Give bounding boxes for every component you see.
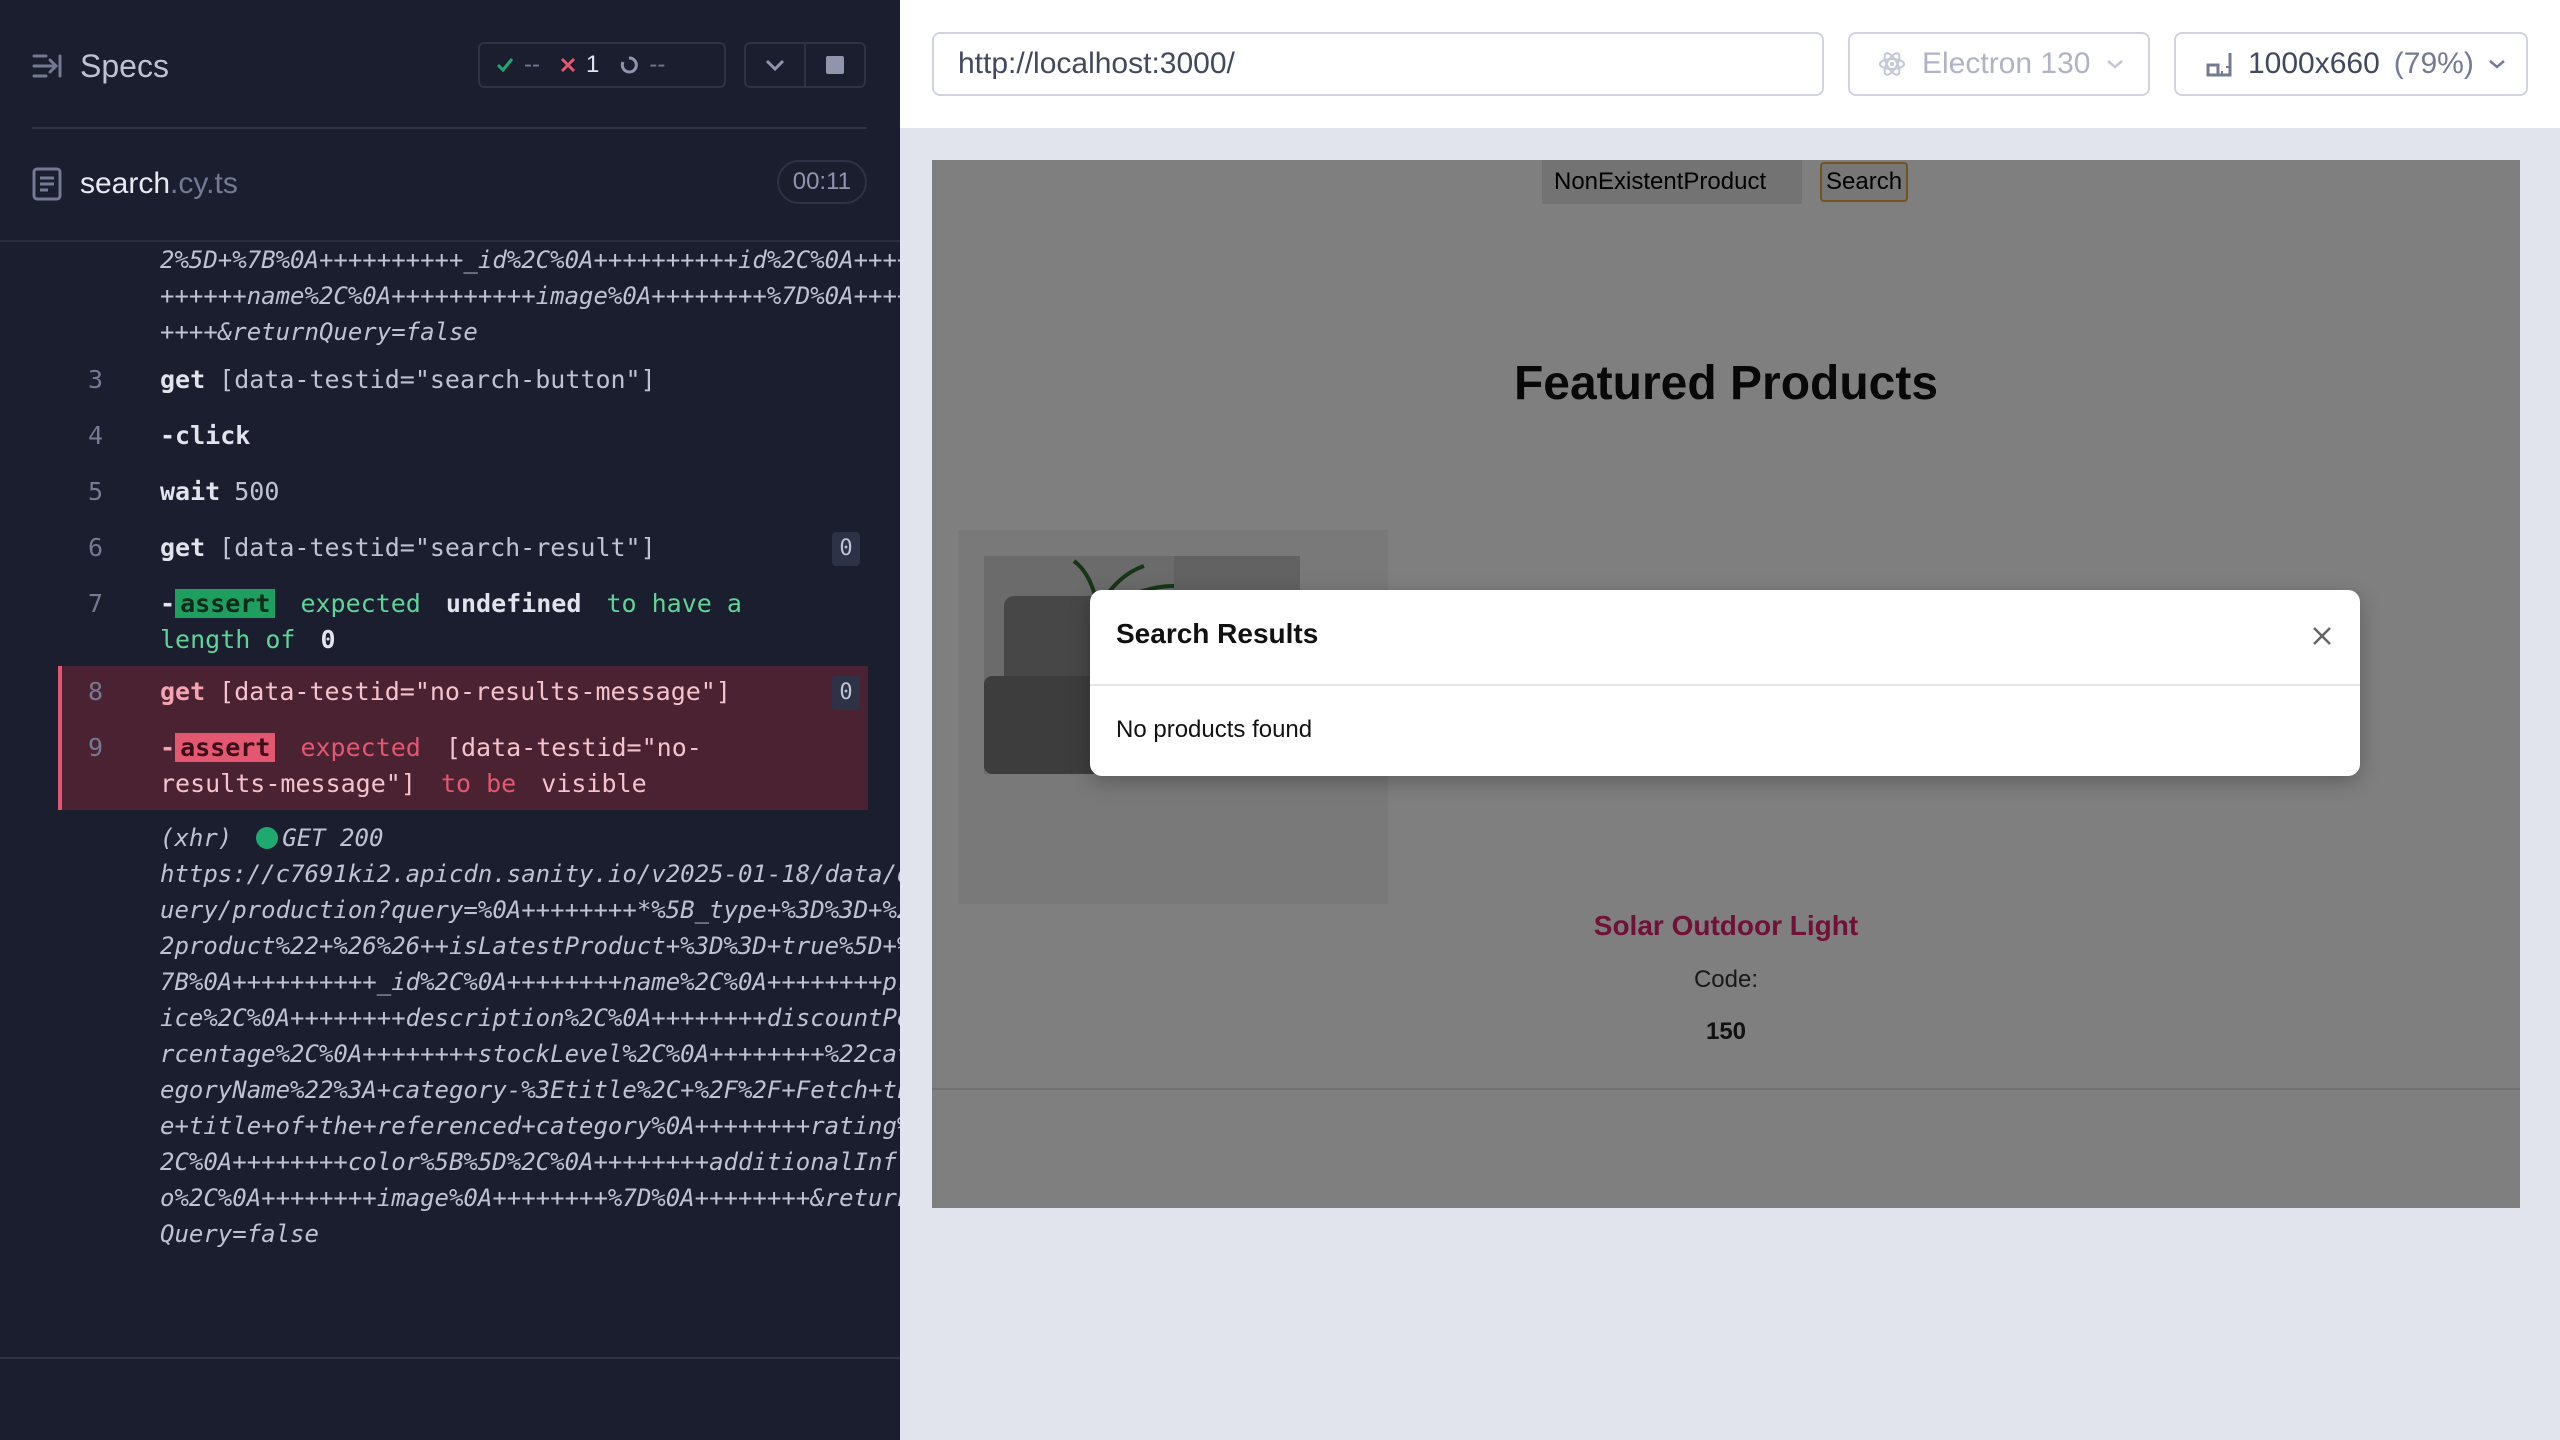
spec-file-name: search [80,167,171,200]
command-arg: [data-testid="search-result"] [219,533,656,562]
url-bar[interactable]: http://localhost:3000/ [932,32,1824,96]
command-name: get [160,365,206,394]
stat-failed: 1 [560,51,599,79]
check-icon [496,58,514,73]
command-log: 2%5D+%7B%0A++++++++++_id%2C%0A++++++++++… [58,242,911,1332]
assert-badge: assert [175,733,276,762]
assert-badge: assert [175,589,276,618]
xhr-url: https://c7691ki2.apicdn.sanity.io/v2025-… [160,860,912,1248]
specs-icon[interactable] [32,51,62,81]
stop-button[interactable] [804,42,866,88]
viewport-icon [2206,53,2232,77]
app-under-test-frame: Search Featured Products Solar Outdoor L… [932,160,2520,1208]
passed-count: -- [524,51,540,78]
log-bottom-divider [0,1357,900,1359]
aut-panel: http://localhost:3000/ Electron 130 1000… [900,0,2560,1440]
spinner-icon [621,56,639,74]
no-results-message: No products found [1116,716,1313,743]
specs-title[interactable]: Specs [80,48,169,85]
modal-divider [1090,684,2360,686]
modal-title: Search Results [1116,618,1319,649]
status-dot-icon [256,827,279,849]
viewport-scale: (79%) [2393,47,2474,80]
xhr-status: GET 200 [282,824,384,852]
spec-file-ext: .cy.ts [170,167,238,200]
xhr-label: (xhr) [160,824,233,852]
viewport-size: 1000x660 [2248,47,2380,80]
command-arg: [data-testid="search-button"] [219,365,656,394]
electron-icon [1879,52,1905,76]
x-icon [560,57,576,73]
spec-file-header: search .cy.ts 00:11 [32,160,867,208]
close-icon[interactable] [2308,622,2336,650]
header-divider [32,127,867,129]
browser-label: Electron 130 [1922,47,2091,80]
command-name: get [160,533,206,562]
previous-request-url: 2%5D+%7B%0A++++++++++_id%2C%0A++++++++++… [160,246,912,346]
command-name: -click [160,421,251,450]
expand-collapse-button[interactable] [744,42,806,88]
aut-toolbar: http://localhost:3000/ Electron 130 1000… [900,0,2560,128]
chevron-down-icon [765,59,785,71]
xhr-log-entry[interactable]: (xhr) GET 200 https://c7691ki2.apicdn.san… [160,820,920,1252]
file-icon [32,167,62,201]
stats-bar: -- 1 -- [478,42,726,88]
command-name: get [160,677,206,706]
spec-timer: 00:11 [776,160,867,204]
stat-pending: -- [619,51,665,79]
element-count-badge: 0 [832,532,860,566]
pending-count: -- [649,51,666,78]
command-name: wait [160,477,221,506]
chevron-down-icon [2489,60,2505,69]
stat-passed: -- [496,51,540,79]
failed-count: 1 [585,51,600,78]
reporter-panel: Specs -- 1 -- search .cy.ts 00:11 2%5D+%7… [0,0,911,1440]
element-count-badge: 0 [832,676,860,710]
specs-header[interactable]: Specs [32,44,867,88]
viewport-select[interactable]: 1000x660 (79%) [2174,32,2528,96]
command-arg: [data-testid="no-results-message"] [219,677,731,706]
chevron-down-icon [2107,60,2124,69]
search-results-modal: Search Results No products found [1090,590,2360,776]
browser-select[interactable]: Electron 130 [1848,32,2150,96]
command-arg: 500 [234,477,280,506]
stop-icon [826,56,844,74]
